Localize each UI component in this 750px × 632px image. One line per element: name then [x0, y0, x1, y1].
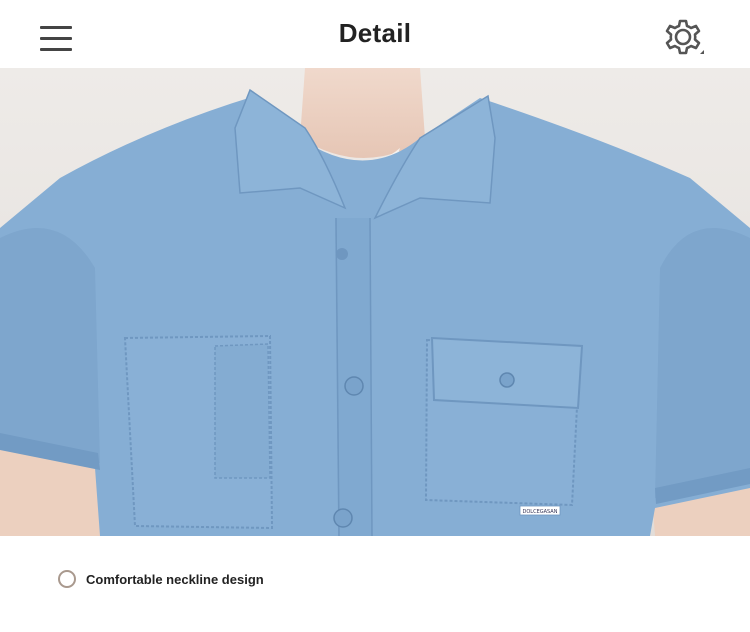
product-photo: DOLCEGASAN	[0, 68, 750, 536]
feature-item: Comfortable neckline design	[58, 569, 264, 589]
feature-bullet-icon	[58, 570, 76, 588]
page-title: Detail	[338, 18, 412, 48]
brand-tag-text: DOLCEGASAN	[523, 509, 558, 515]
feature-label: Comfortable neckline design	[86, 571, 264, 587]
top-bar: Detail	[0, 0, 750, 68]
gear-icon[interactable]	[660, 14, 706, 60]
